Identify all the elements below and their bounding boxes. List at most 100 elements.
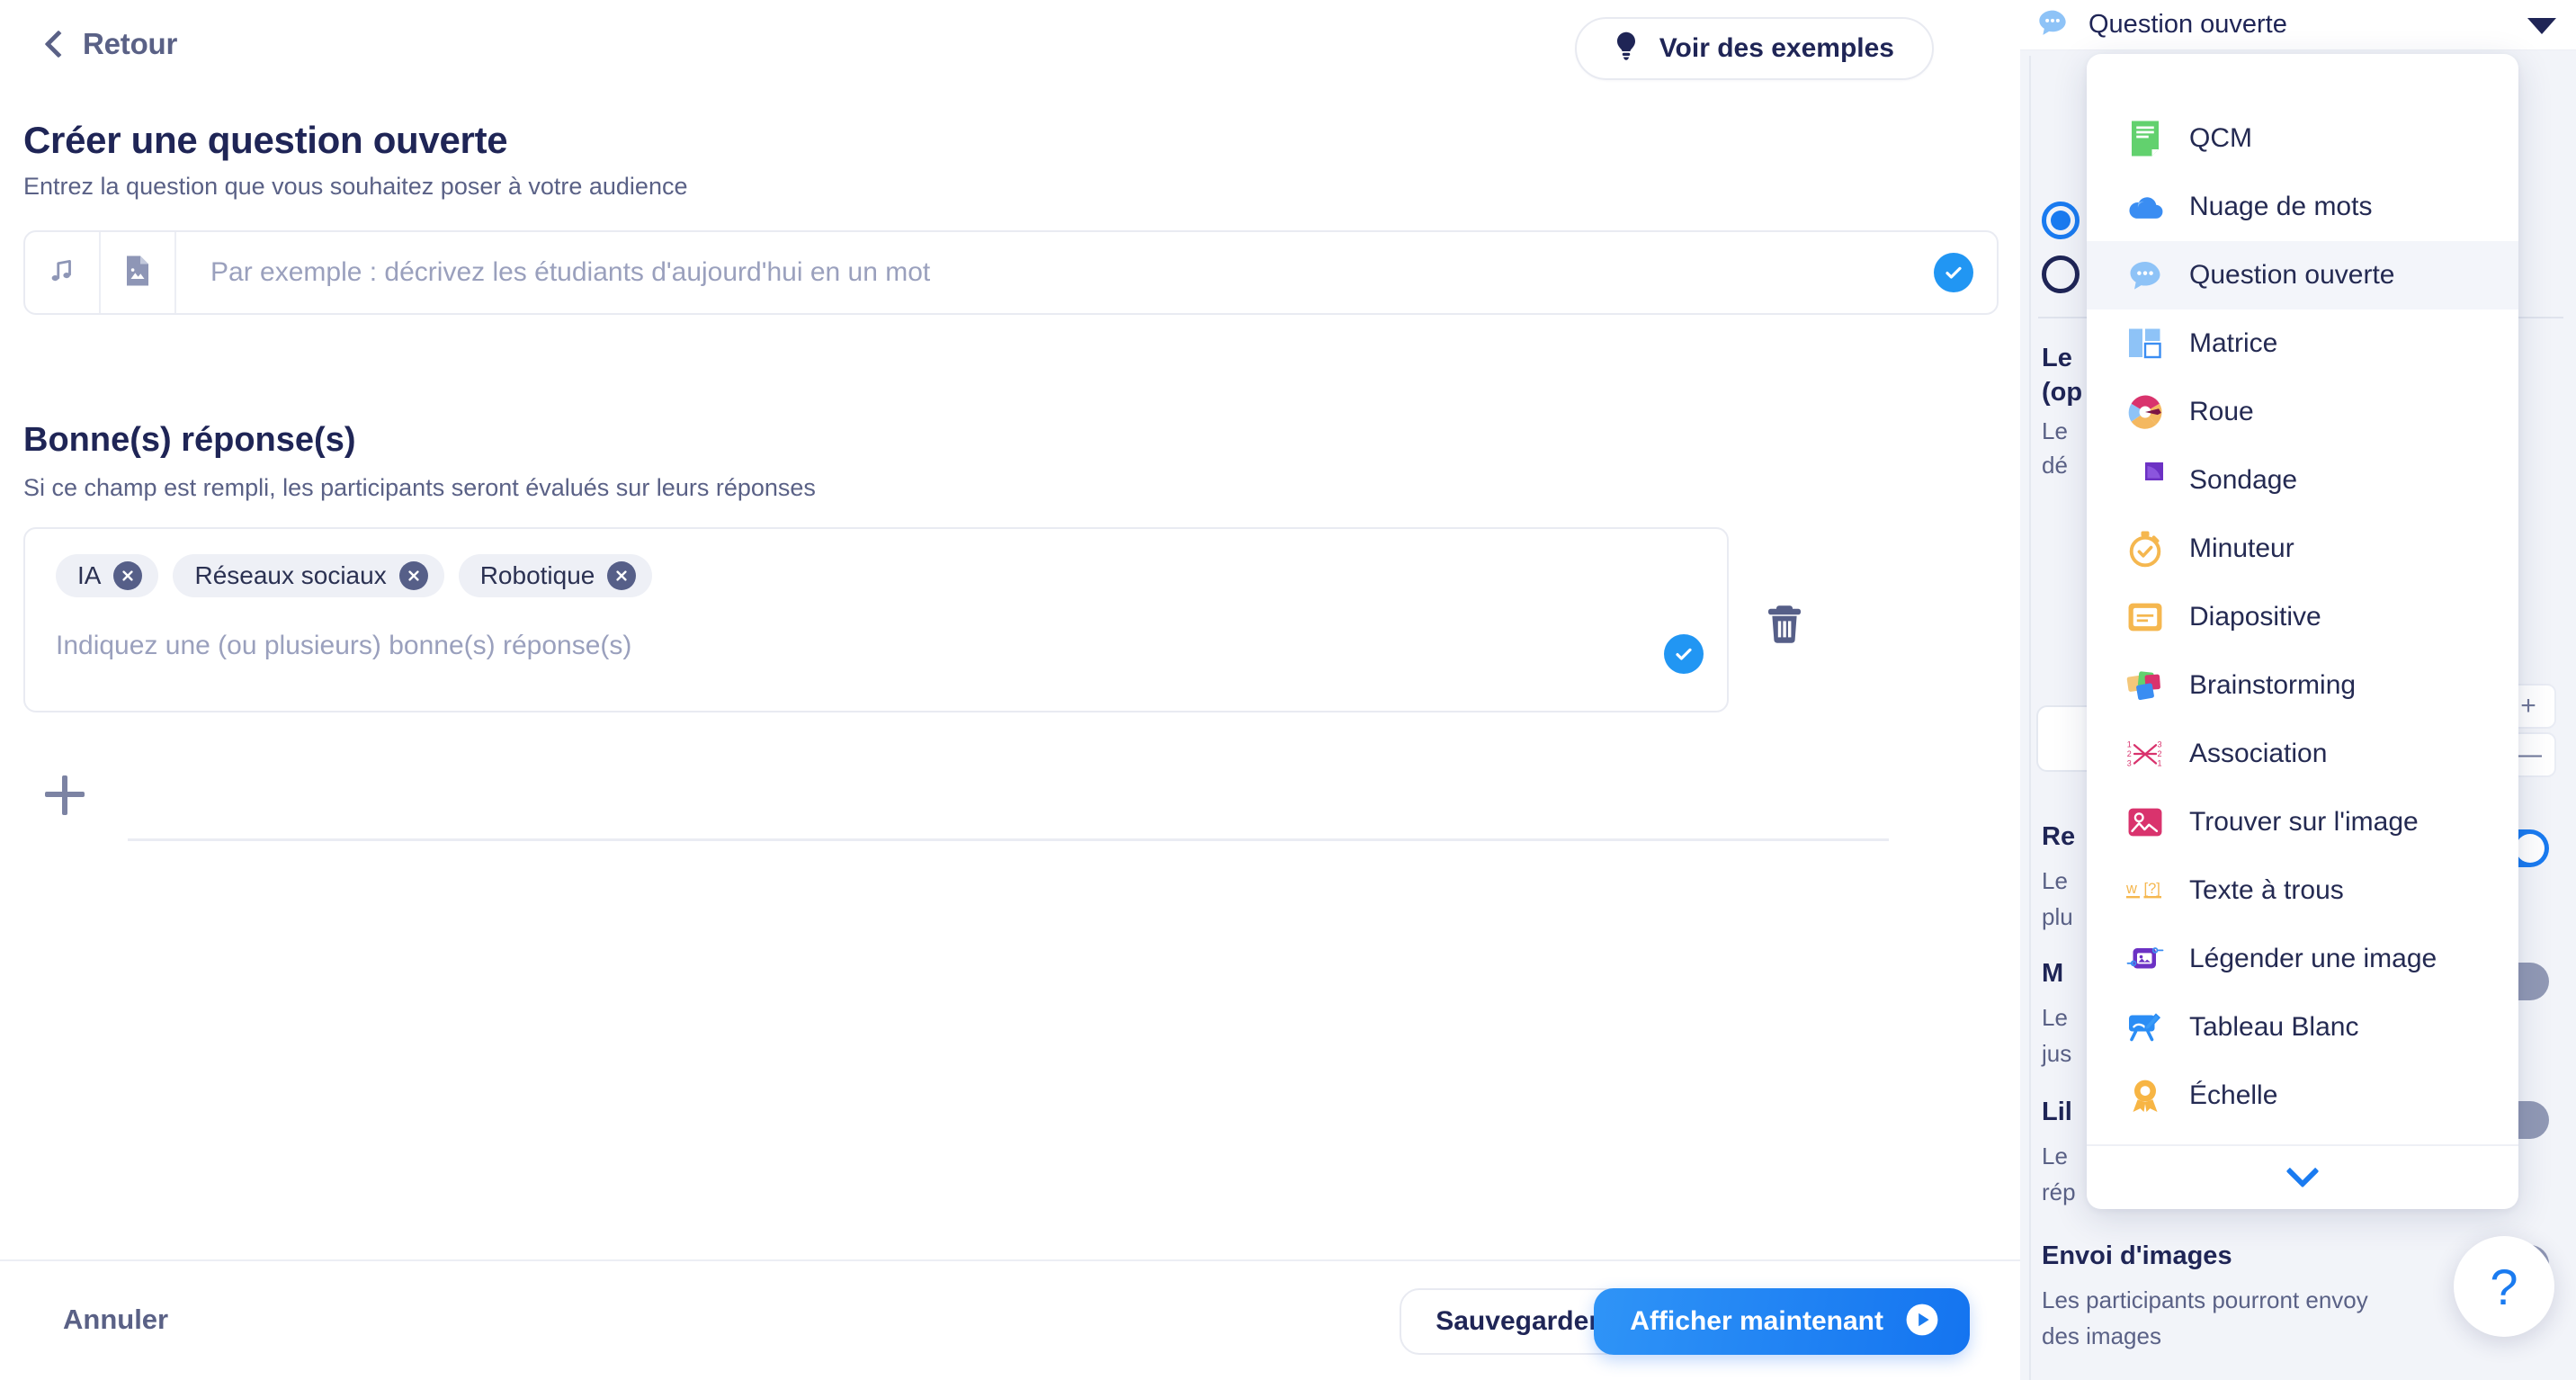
fill-in-blanks-icon: w [?] xyxy=(2126,872,2164,910)
setting-2-text-b: plu xyxy=(2042,903,2073,930)
lightbulb-icon xyxy=(1613,31,1640,67)
show-now-label: Afficher maintenant xyxy=(1630,1306,1883,1336)
dropdown-item-label: Trouver sur l'image xyxy=(2189,807,2419,837)
dropdown-item-association[interactable]: 1 2 3 3 2 1 Association xyxy=(2087,720,2518,788)
setting-4-label: Lil xyxy=(2042,1098,2072,1126)
dropdown-item-legender-une-image[interactable]: Légender une image xyxy=(2087,925,2518,993)
remove-tag-icon[interactable] xyxy=(398,561,428,590)
radio-option-unselected[interactable] xyxy=(2042,255,2080,293)
dropdown-item-brainstorming[interactable]: Brainstorming xyxy=(2087,651,2518,720)
svg-text:2: 2 xyxy=(2127,749,2132,758)
answer-tag-label: Réseaux sociaux xyxy=(194,561,387,589)
label-image-icon xyxy=(2126,940,2164,978)
sticky-notes-icon xyxy=(2126,667,2164,704)
svg-text:w: w xyxy=(2126,881,2137,897)
dropdown-item-nuage-de-mots[interactable]: Nuage de mots xyxy=(2087,173,2518,241)
trash-icon xyxy=(1768,605,1801,643)
correct-answers-title: Bonne(s) réponse(s) xyxy=(23,421,356,459)
dropdown-item-tableau-blanc[interactable]: Tableau Blanc xyxy=(2087,993,2518,1062)
pie-chart-purple-icon xyxy=(2126,461,2164,499)
add-answer-group-button[interactable] xyxy=(45,775,85,815)
setting-ignore-errors-label: Ignorer les petites erreurs xyxy=(2042,1376,2364,1380)
show-now-button[interactable]: Afficher maintenant xyxy=(1594,1288,1970,1355)
answer-tag: Robotique xyxy=(458,554,653,597)
add-image-button[interactable] xyxy=(101,232,176,313)
dropdown-item-label: Diapositive xyxy=(2189,602,2321,632)
setting-3-label: M xyxy=(2042,959,2064,988)
svg-text:1: 1 xyxy=(2127,740,2132,749)
dropdown-item-roue[interactable]: Roue xyxy=(2087,378,2518,446)
see-examples-label: Voir des exemples xyxy=(1659,33,1894,63)
see-examples-button[interactable]: Voir des exemples xyxy=(1574,17,1934,80)
correct-answers-subtitle: Si ce champ est rempli, les participants… xyxy=(23,474,816,501)
setting-2-label: Re xyxy=(2042,822,2076,851)
setting-1-label: Le xyxy=(2042,344,2072,372)
question-type-selector[interactable]: Question ouverte xyxy=(2020,0,2576,50)
dropdown-item-label: Brainstorming xyxy=(2189,670,2357,700)
dropdown-item-texte-a-trous[interactable]: w [?] Texte à trous xyxy=(2087,856,2518,925)
question-type-dropdown: QCM Nuage de mots Question ouverte Matri… xyxy=(2087,54,2518,1209)
dropdown-expand-button[interactable] xyxy=(2087,1144,2518,1209)
delete-answer-group-button[interactable] xyxy=(1765,601,1804,646)
save-button-label: Sauvegarder xyxy=(1436,1306,1599,1336)
setting-3-text-a: Le xyxy=(2042,1004,2068,1031)
question-type-list: QCM Nuage de mots Question ouverte Matri… xyxy=(2087,104,2518,1130)
answer-tag: IA xyxy=(56,554,159,597)
dropdown-item-sondage[interactable]: Sondage xyxy=(2087,446,2518,515)
check-icon xyxy=(1676,648,1692,660)
dropdown-item-trouver-sur-limage[interactable]: Trouver sur l'image xyxy=(2087,788,2518,856)
speech-bubble-icon xyxy=(2036,8,2069,41)
find-on-image-icon xyxy=(2126,803,2164,841)
document-green-icon xyxy=(2126,120,2164,157)
setting-3-text-b: jus xyxy=(2042,1040,2072,1067)
back-button[interactable]: Retour xyxy=(44,27,178,61)
setting-2-text-a: Le xyxy=(2042,867,2068,894)
dropdown-item-label: Minuteur xyxy=(2189,533,2294,563)
correct-answers-box: IA Réseaux sociaux Robotique Indiquez un… xyxy=(23,527,1729,712)
answer-tag: Réseaux sociaux xyxy=(173,554,444,597)
dropdown-item-diapositive[interactable]: Diapositive xyxy=(2087,583,2518,651)
editor-topbar: Retour Voir des exemples xyxy=(0,0,2020,97)
ribbon-scale-icon xyxy=(2126,1077,2164,1115)
answer-mode-radio-group xyxy=(2042,202,2080,293)
answer-input[interactable]: Indiquez une (ou plusieurs) bonne(s) rép… xyxy=(56,631,631,661)
check-icon xyxy=(1945,266,1962,279)
chevron-down-icon[interactable] xyxy=(2527,18,2556,34)
section-divider xyxy=(128,838,1889,841)
chevron-down-icon xyxy=(2285,1154,2320,1188)
svg-text:3: 3 xyxy=(2158,740,2162,749)
dropdown-item-qcm[interactable]: QCM xyxy=(2087,104,2518,173)
radio-option-selected[interactable] xyxy=(2042,202,2080,239)
dropdown-item-question-ouverte[interactable]: Question ouverte xyxy=(2087,241,2518,309)
whiteboard-icon xyxy=(2126,1008,2164,1046)
stopwatch-icon xyxy=(2126,530,2164,568)
dropdown-item-matrice[interactable]: Matrice xyxy=(2087,309,2518,378)
answer-confirm-button[interactable] xyxy=(1664,634,1704,674)
cancel-button[interactable]: Annuler xyxy=(63,1304,168,1336)
add-audio-button[interactable] xyxy=(25,232,101,313)
back-button-label: Retour xyxy=(83,27,178,60)
question-confirm-wrap xyxy=(1934,232,1997,313)
setting-4-text-b: rép xyxy=(2042,1178,2076,1205)
wheel-donut-icon xyxy=(2126,393,2164,431)
question-confirm-button[interactable] xyxy=(1934,253,1973,292)
question-input[interactable]: Par exemple : décrivez les étudiants d'a… xyxy=(176,232,1934,313)
dropdown-item-echelle[interactable]: Échelle xyxy=(2087,1062,2518,1130)
question-type-label: Question ouverte xyxy=(2089,10,2287,39)
setting-images-text-b: des images xyxy=(2042,1322,2161,1349)
remove-tag-icon[interactable] xyxy=(607,561,637,590)
dropdown-item-minuteur[interactable]: Minuteur xyxy=(2087,515,2518,583)
editor-footer: Annuler Sauvegarder Afficher maintenant xyxy=(0,1259,2020,1380)
image-file-icon xyxy=(124,255,151,291)
matrix-grid-icon xyxy=(2126,325,2164,363)
answer-confirm-wrap xyxy=(1664,634,1704,674)
question-input-row: Par exemple : décrivez les étudiants d'a… xyxy=(23,230,1999,315)
dropdown-item-label: QCM xyxy=(2189,123,2252,153)
dropdown-item-label: Échelle xyxy=(2189,1080,2278,1110)
app-root: Retour Voir des exemples Créer une quest… xyxy=(0,0,2576,1380)
help-button[interactable]: ? xyxy=(2454,1236,2554,1337)
chevron-left-icon xyxy=(44,30,73,58)
remove-tag-icon[interactable] xyxy=(113,561,143,590)
cloud-blue-icon xyxy=(2126,188,2164,226)
setting-4-text-a: Le xyxy=(2042,1143,2068,1169)
